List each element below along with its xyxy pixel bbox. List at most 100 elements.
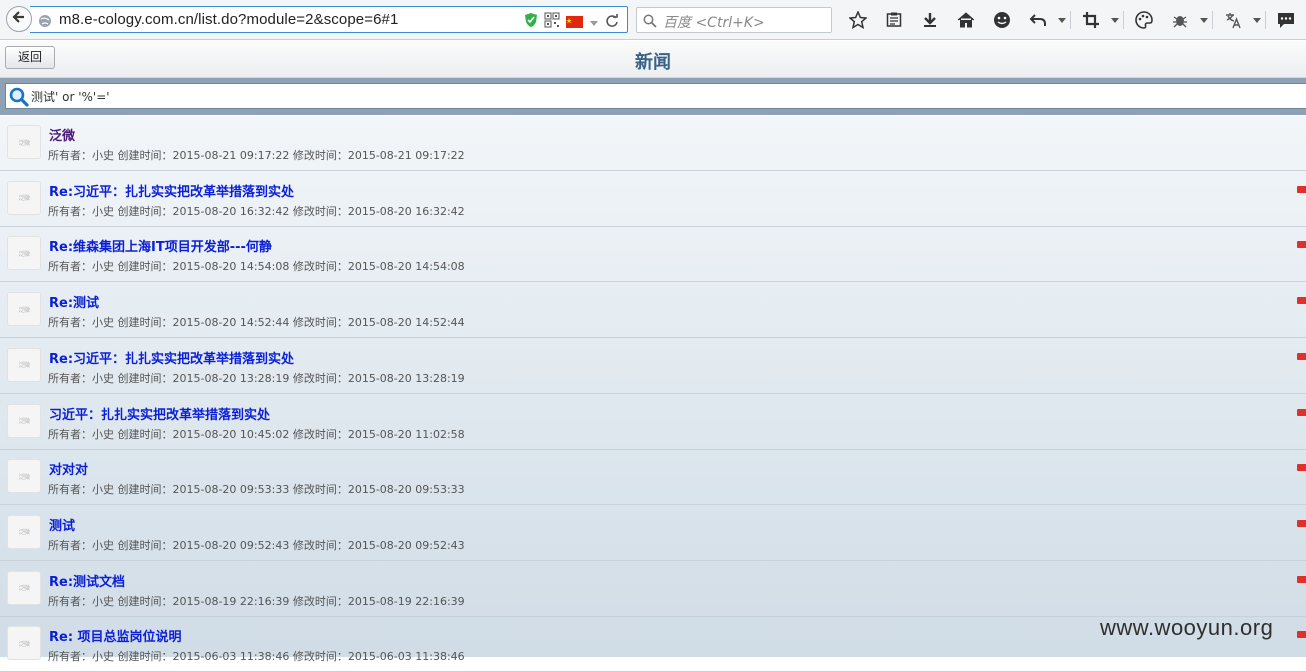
new-badge-icon xyxy=(1297,519,1306,527)
chat-bubble-icon[interactable] xyxy=(1268,8,1304,32)
news-search-input[interactable]: 测试' or '%'=' xyxy=(5,83,1306,109)
news-meta: 所有者：小史 创建时间：2015-08-20 16:32:42 修改时间：201… xyxy=(48,204,465,218)
avatar-logo-text: 泛微 xyxy=(18,250,30,258)
news-meta: 所有者：小史 创建时间：2015-08-20 09:53:33 修改时间：201… xyxy=(48,483,465,497)
list-item[interactable]: 泛微 Re:习近平：扎扎实实把改革举措落到实处所有者：小史 创建时间：2015-0… xyxy=(0,339,1306,394)
globe-icon xyxy=(38,13,52,32)
browser-toolbar: m8.e-cology.com.cn/list.do?module=2&scop… xyxy=(0,0,1306,40)
avatar-logo-text: 泛微 xyxy=(18,139,30,147)
bug-icon[interactable] xyxy=(1162,8,1198,32)
avatar-logo-text: 泛微 xyxy=(18,418,30,425)
list-item[interactable]: 泛微 对对对所有者：小史 创建时间：2015-08-20 09:53:33 修改时… xyxy=(0,450,1306,506)
news-title-link[interactable]: 对对对 xyxy=(49,459,88,478)
reading-list-icon[interactable] xyxy=(876,8,912,32)
translate-dropdown-chevron-icon[interactable] xyxy=(1251,8,1263,32)
news-title-link[interactable]: Re:测试文档 xyxy=(49,571,125,590)
search-placeholder: 百度 <Ctrl+K> xyxy=(663,15,765,31)
new-badge-icon xyxy=(1297,631,1306,639)
divider xyxy=(1212,11,1213,29)
qr-code-icon[interactable] xyxy=(544,12,560,32)
url-actions xyxy=(524,12,619,32)
list-item[interactable]: 泛微 习近平：扎扎实实把改革举措落到实处所有者：小史 创建时间：2015-08-2… xyxy=(0,395,1306,450)
new-badge-icon xyxy=(1297,297,1306,305)
divider xyxy=(1123,11,1124,29)
avatar: 泛微 xyxy=(7,125,41,159)
china-flag-icon[interactable] xyxy=(566,13,583,32)
reload-icon[interactable] xyxy=(605,13,619,32)
news-title-link[interactable]: 泛微 xyxy=(49,125,75,144)
news-meta: 所有者：小史 创建时间：2015-08-20 13:28:19 修改时间：201… xyxy=(48,371,465,385)
avatar: 泛微 xyxy=(7,514,41,549)
news-meta: 所有者：小史 创建时间：2015-08-19 22:16:39 修改时间：201… xyxy=(48,594,465,608)
avatar: 泛微 xyxy=(7,292,41,327)
undo-icon[interactable] xyxy=(1020,8,1056,32)
list-item[interactable]: 泛微 Re:习近平：扎扎实实把改革举措落到实处所有者：小史 创建时间：2015-0… xyxy=(0,172,1306,227)
search-bar: 测试' or '%'=' xyxy=(0,78,1306,115)
undo-dropdown-chevron-icon[interactable] xyxy=(1056,8,1068,32)
news-title-link[interactable]: Re:测试 xyxy=(49,292,99,311)
bug-dropdown-chevron-icon[interactable] xyxy=(1198,8,1210,32)
smiley-icon[interactable] xyxy=(984,8,1020,32)
avatar: 泛微 xyxy=(7,459,41,494)
news-title-link[interactable]: Re:习近平：扎扎实实把改革举措落到实处 xyxy=(49,348,294,367)
divider xyxy=(1265,11,1266,29)
news-title-link[interactable]: Re: 项目总监岗位说明 xyxy=(49,626,182,645)
list-item[interactable]: 泛微 Re:维森集团上海IT项目开发部---何静所有者：小史 创建时间：2015-… xyxy=(0,227,1306,283)
list-item[interactable]: 泛微 泛微 所有者：小史 创建时间：2015-08-21 09:17:22 修改时间… xyxy=(0,116,1306,171)
crop-dropdown-chevron-icon[interactable] xyxy=(1109,8,1121,32)
avatar: 泛微 xyxy=(7,570,41,605)
avatar-logo-text: 泛微 xyxy=(18,640,30,648)
search-icon[interactable] xyxy=(9,87,29,111)
new-badge-icon xyxy=(1297,241,1306,249)
chevron-down-icon[interactable] xyxy=(589,13,599,32)
news-title-link[interactable]: Re:维森集团上海IT项目开发部---何静 xyxy=(49,236,272,255)
divider xyxy=(1070,11,1071,29)
news-list: 泛微 泛微 所有者：小史 创建时间：2015-08-21 09:17:22 修改时间… xyxy=(0,116,1306,672)
avatar-logo-text: 泛微 xyxy=(18,195,30,203)
news-title-link[interactable]: 习近平：扎扎实实把改革举措落到实处 xyxy=(49,404,270,423)
avatar: 泛微 xyxy=(7,403,41,438)
new-badge-icon xyxy=(1297,575,1306,583)
news-meta: 所有者：小史 创建时间：2015-08-20 10:45:02 修改时间：201… xyxy=(48,427,465,441)
news-meta: 所有者：小史 创建时间：2015-06-03 11:38:46 修改时间：201… xyxy=(48,650,465,664)
magnifier-icon xyxy=(643,13,657,32)
avatar: 泛微 xyxy=(7,626,41,661)
translate-icon[interactable] xyxy=(1215,8,1251,32)
list-item[interactable]: 泛微 Re:测试文档所有者：小史 创建时间：2015-08-19 22:16:39… xyxy=(0,562,1306,617)
avatar: 泛微 xyxy=(7,347,41,382)
news-meta: 所有者：小史 创建时间：2015-08-21 09:17:22 修改时间：201… xyxy=(48,149,465,162)
app-header: 返回 新闻 xyxy=(0,41,1306,78)
avatar-logo-text: 泛微 xyxy=(18,585,30,593)
search-query-text[interactable]: 测试' or '%'=' xyxy=(31,88,110,105)
arrow-left-icon xyxy=(11,9,27,29)
news-title-link[interactable]: 测试 xyxy=(49,515,75,534)
palette-icon[interactable] xyxy=(1126,8,1162,32)
back-button[interactable] xyxy=(6,6,32,32)
news-meta: 所有者：小史 创建时间：2015-08-20 09:52:43 修改时间：201… xyxy=(48,538,465,552)
toolbar-icons xyxy=(840,8,1304,32)
avatar-logo-text: 泛微 xyxy=(18,362,30,370)
new-badge-icon xyxy=(1297,464,1306,472)
avatar-logo-text: 泛微 xyxy=(18,473,30,481)
new-badge-icon xyxy=(1297,408,1306,416)
download-icon[interactable] xyxy=(912,8,948,32)
avatar-logo-text: 泛微 xyxy=(18,529,30,537)
home-icon[interactable] xyxy=(948,8,984,32)
news-meta: 所有者：小史 创建时间：2015-08-20 14:52:44 修改时间：201… xyxy=(48,316,465,330)
new-badge-icon xyxy=(1297,352,1306,360)
avatar-logo-text: 泛微 xyxy=(18,306,30,314)
crop-icon[interactable] xyxy=(1073,8,1109,32)
watermark: www.wooyun.org xyxy=(1100,615,1274,640)
news-meta: 所有者：小史 创建时间：2015-08-20 14:54:08 修改时间：201… xyxy=(48,260,465,274)
list-item[interactable]: 泛微 Re:测试所有者：小史 创建时间：2015-08-20 14:52:44 修… xyxy=(0,283,1306,339)
new-badge-icon xyxy=(1297,185,1306,193)
web-search-input[interactable]: 百度 <Ctrl+K> xyxy=(636,7,832,33)
url-text[interactable]: m8.e-cology.com.cn/list.do?module=2&scop… xyxy=(59,11,398,28)
shield-icon[interactable] xyxy=(524,12,538,32)
list-item[interactable]: 泛微 测试所有者：小史 创建时间：2015-08-20 09:52:43 修改时间… xyxy=(0,506,1306,561)
bookmark-star-icon[interactable] xyxy=(840,8,876,32)
avatar: 泛微 xyxy=(7,180,41,215)
avatar: 泛微 xyxy=(7,236,41,271)
address-bar[interactable]: m8.e-cology.com.cn/list.do?module=2&scop… xyxy=(30,6,628,33)
news-title-link[interactable]: Re:习近平：扎扎实实把改革举措落到实处 xyxy=(49,181,294,200)
